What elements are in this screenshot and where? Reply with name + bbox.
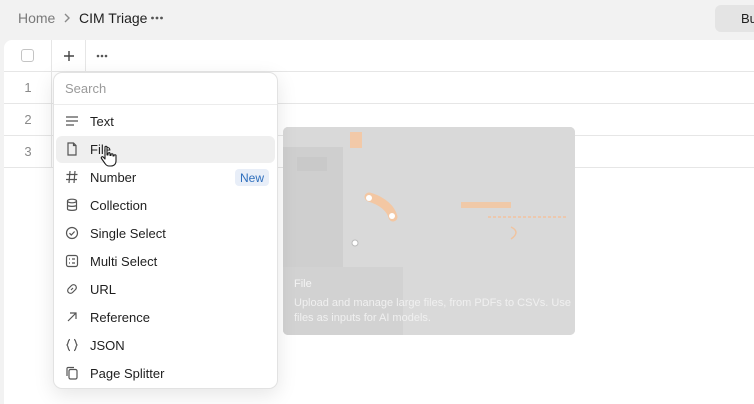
select-all-checkbox[interactable] xyxy=(21,49,34,62)
link-icon xyxy=(67,284,77,294)
menu-item-label: JSON xyxy=(90,338,125,353)
more-horizontal-icon[interactable] xyxy=(150,9,164,27)
menu-item-label: URL xyxy=(90,282,117,297)
table-header-row xyxy=(4,40,754,72)
chevron-right-icon xyxy=(64,13,70,23)
menu-item-number[interactable]: Number New xyxy=(56,164,275,191)
more-horizontal-icon[interactable] xyxy=(96,51,108,61)
file-icon xyxy=(67,142,77,156)
top-bar: Home CIM Triage Bu xyxy=(0,0,754,38)
search-input[interactable] xyxy=(65,81,265,96)
menu-item-label: Multi Select xyxy=(90,254,158,269)
database-icon xyxy=(66,198,78,211)
breadcrumb-current[interactable]: CIM Triage xyxy=(79,10,147,26)
check-circle-icon xyxy=(65,226,79,240)
plus-icon xyxy=(64,51,74,61)
hand-cursor-icon xyxy=(100,145,117,167)
checklist-icon xyxy=(65,254,79,268)
menu-item-json[interactable]: JSON xyxy=(56,332,275,359)
top-right-button[interactable]: Bu xyxy=(715,5,754,32)
text-lines-icon xyxy=(66,116,78,126)
row-number: 3 xyxy=(24,144,32,159)
add-column-button[interactable] xyxy=(52,40,86,72)
menu-item-url[interactable]: URL xyxy=(56,276,275,303)
menu-item-label: Text xyxy=(90,114,114,129)
menu-item-single-select[interactable]: Single Select xyxy=(56,220,275,247)
copy-pages-icon xyxy=(66,366,78,380)
hash-icon xyxy=(66,170,78,184)
menu-search xyxy=(54,73,277,105)
row-number: 1 xyxy=(24,80,32,95)
menu-item-text[interactable]: Text xyxy=(56,108,275,135)
arrow-up-right-icon xyxy=(67,312,77,322)
preview-description: Upload and manage large files, from PDFs… xyxy=(294,297,571,324)
column-type-preview: File Upload and manage large files, from… xyxy=(283,127,575,335)
menu-item-label: Single Select xyxy=(90,226,166,241)
menu-item-label: Page Splitter xyxy=(90,366,165,381)
breadcrumb-home[interactable]: Home xyxy=(18,10,55,26)
menu-item-label: Reference xyxy=(90,310,150,325)
menu-item-multi-select[interactable]: Multi Select xyxy=(56,248,275,275)
menu-item-page-splitter[interactable]: Page Splitter xyxy=(56,360,275,387)
menu-item-reference[interactable]: Reference xyxy=(56,304,275,331)
column-type-menu: Text File Number New Collection Single S… xyxy=(53,72,278,389)
menu-item-label: Collection xyxy=(90,198,148,213)
preview-title: File xyxy=(294,278,312,290)
menu-item-label: Number xyxy=(90,170,137,185)
new-badge: New xyxy=(234,169,269,186)
row-number: 2 xyxy=(24,112,32,127)
menu-item-file[interactable]: File xyxy=(56,136,275,163)
menu-item-collection[interactable]: Collection xyxy=(56,192,275,219)
braces-icon xyxy=(66,338,78,352)
